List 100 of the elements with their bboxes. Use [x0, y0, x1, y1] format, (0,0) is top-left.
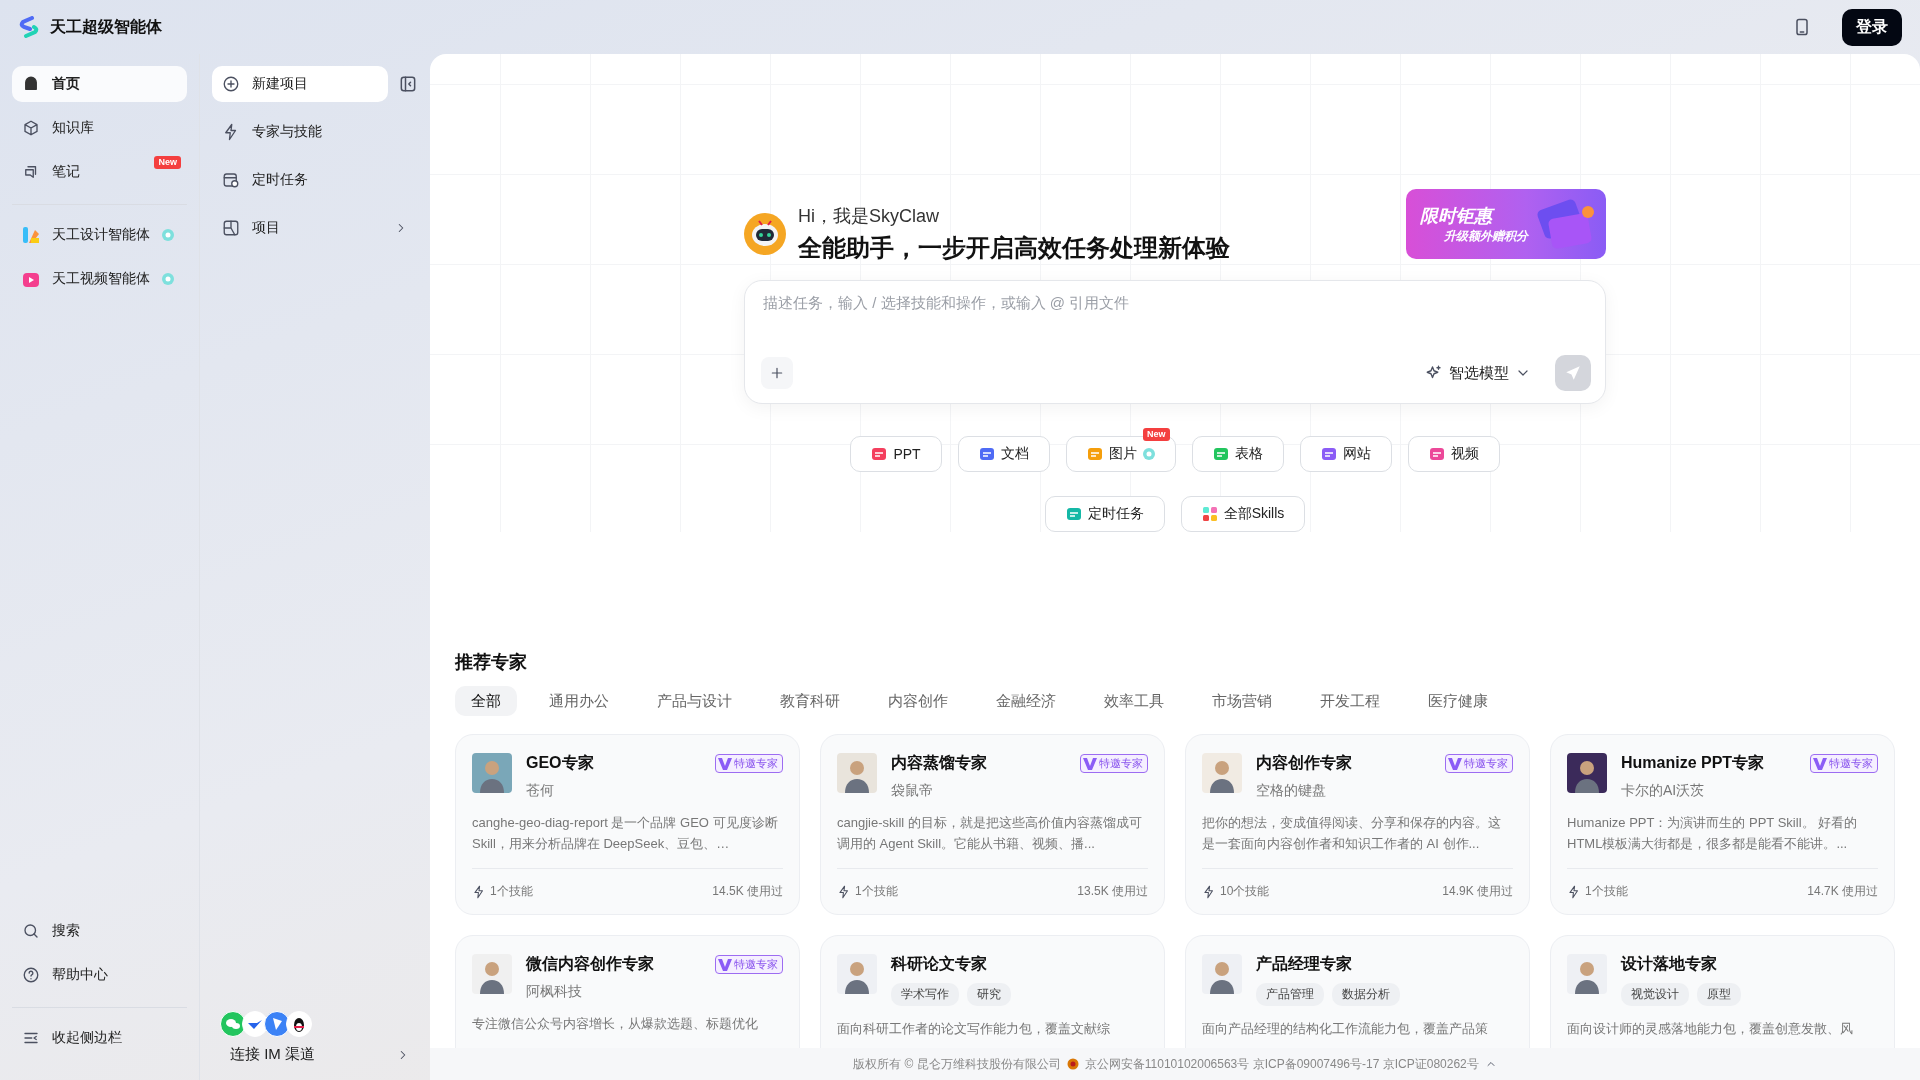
- panel-item[interactable]: 专家与技能: [212, 114, 418, 150]
- task-input-box[interactable]: 描述任务，输入 / 选择技能和操作，或输入 @ 引用文件 智选模型: [744, 280, 1606, 404]
- browser-icon: [1320, 446, 1337, 462]
- panel-item[interactable]: 定时任务: [212, 162, 418, 198]
- expert-description: 面向科研工作者的论文写作能力包，覆盖文献综: [837, 1020, 1111, 1038]
- chat-app-icon: [264, 1011, 290, 1037]
- avatar-icon: [1567, 753, 1607, 793]
- presentation-icon: [871, 446, 888, 462]
- expert-description: 专注微信公众号内容增长，从爆款选题、标题优化: [472, 1015, 759, 1033]
- logo-icon: [18, 16, 40, 38]
- expert-tag: 学术写作: [891, 983, 959, 1006]
- record-numbers: 京公网安备11010102006563号 京ICP备09007496号-17 京ICP证080262号: [1084, 1055, 1479, 1073]
- expert-tag: 产品管理: [1256, 983, 1324, 1006]
- expert-description: cangjie-skill 的目标，就是把这些高价值内容蒸馏成可调用的 Agent Skill。它能从书籍、视频、播...: [837, 814, 1143, 853]
- expert-name: 产品经理专家: [1256, 954, 1352, 974]
- category-tab[interactable]: 开发工程: [1304, 686, 1396, 716]
- category-tab[interactable]: 教育科研: [764, 686, 856, 716]
- quick-action-chip[interactable]: 全部Skills: [1180, 496, 1306, 532]
- nav-item[interactable]: 知识库: [12, 110, 187, 146]
- featured-badge: 特邀专家: [1080, 754, 1148, 773]
- category-tab[interactable]: 全部: [455, 686, 517, 716]
- expert-card[interactable]: 内容创作专家 特邀专家 空格的键盘 把你的想法，变成值得阅读、分享和保存的内容。这是一套面向内容创作者和知识工作者的 AI 创作... 10个技能 14.9K 使用过: [1185, 734, 1530, 915]
- quick-action-chip[interactable]: 图片: [1065, 436, 1176, 472]
- usage-count: 13.5K 使用过: [1077, 883, 1148, 900]
- calendar-clock-icon: [1065, 506, 1082, 522]
- category-tab[interactable]: 产品与设计: [641, 686, 748, 716]
- expert-author: 袋鼠帝: [891, 782, 934, 800]
- expert-name: Humanize PPT专家: [1621, 753, 1765, 773]
- quick-action-chip[interactable]: PPT: [850, 436, 942, 472]
- expert-card[interactable]: 微信内容创作专家 特邀专家 阿枫科技 专注微信公众号内容增长，从爆款选题、标题优化: [455, 935, 800, 1048]
- quick-action-chip[interactable]: 视频: [1407, 436, 1500, 472]
- police-badge-icon: [1066, 1058, 1079, 1070]
- calendar-clock-icon: [222, 171, 240, 189]
- table-icon: [1212, 446, 1229, 462]
- expert-card[interactable]: 科研论文专家 学术写作 研究 面向科研工作者的论文写作能力包，覆盖文献综: [820, 935, 1165, 1048]
- cube-icon: [22, 119, 40, 137]
- featured-badge: 特邀专家: [715, 955, 783, 974]
- expert-tag: 数据分析: [1332, 983, 1400, 1006]
- send-icon: [1564, 364, 1582, 382]
- chat-app-icon: [286, 1011, 312, 1037]
- collapse-sidebar-button[interactable]: 收起侧边栏: [12, 1020, 187, 1056]
- avatar-icon: [1202, 753, 1242, 793]
- image-icon: [1086, 446, 1103, 462]
- apps-icon: [1201, 506, 1218, 522]
- skill-count: 10个技能: [1220, 883, 1270, 900]
- collapse-panel-icon: [398, 74, 418, 94]
- im-channel-label: 连接 IM 渠道: [230, 1045, 315, 1064]
- expert-name: 内容蒸馏专家: [891, 753, 987, 773]
- expert-author: 苍何: [526, 782, 555, 800]
- quick-action-chip[interactable]: 文档: [957, 436, 1050, 472]
- category-tab[interactable]: 效率工具: [1088, 686, 1180, 716]
- home-icon: [22, 75, 40, 93]
- expert-name: 内容创作专家: [1256, 753, 1352, 773]
- expert-card[interactable]: 产品经理专家 产品管理 数据分析 面向产品经理的结构化工作流能力包，覆盖产品策: [1185, 935, 1530, 1048]
- category-tab[interactable]: 内容创作: [872, 686, 964, 716]
- expert-card[interactable]: GEO专家 特邀专家 苍何 canghe-geo-diag-report 是一个品牌 GEO 可见度诊断 Skill，用来分析品牌在 DeepSeek、豆包、… 1个技能 14.5K 使用过: [455, 734, 800, 915]
- login-button[interactable]: 登录: [1842, 8, 1902, 46]
- usage-count: 14.5K 使用过: [712, 883, 783, 900]
- copyright-text: 版权所有 © 昆仑万维科技股份有限公司: [853, 1055, 1061, 1073]
- nav-item[interactable]: 首页: [12, 66, 187, 102]
- new-project-button[interactable]: 新建项目: [212, 66, 388, 102]
- category-tab[interactable]: 金融经济: [980, 686, 1072, 716]
- v-mark-icon: [718, 757, 732, 770]
- category-tab[interactable]: 医疗健康: [1412, 686, 1504, 716]
- expert-author: 空格的键盘: [1256, 782, 1327, 800]
- featured-badge: 特邀专家: [1810, 754, 1878, 773]
- quick-action-chip[interactable]: 定时任务: [1044, 496, 1165, 532]
- category-tab[interactable]: 通用办公: [533, 686, 625, 716]
- bolt-icon: [1567, 884, 1581, 899]
- nav-item[interactable]: 笔记 New: [12, 154, 187, 190]
- nav-item[interactable]: 搜索: [12, 913, 187, 949]
- expert-author: 卡尔的AI沃茨: [1621, 782, 1706, 800]
- agent-item[interactable]: 天工视频智能体: [12, 261, 187, 297]
- bolt-icon: [1202, 884, 1216, 899]
- nav-item[interactable]: 帮助中心: [12, 957, 187, 993]
- v-mark-icon: [718, 958, 732, 971]
- folder-grid-icon: [222, 219, 240, 237]
- category-tab[interactable]: 市场营销: [1196, 686, 1288, 716]
- expert-description: canghe-geo-diag-report 是一个品牌 GEO 可见度诊断 Skill，用来分析品牌在 DeepSeek、豆包、…: [472, 814, 779, 853]
- promo-banner[interactable]: 限时钜惠 升级额外赠积分: [1406, 189, 1606, 259]
- avatar-icon: [1202, 954, 1242, 994]
- im-channel-link[interactable]: 连接 IM 渠道: [212, 1045, 418, 1064]
- panel-item[interactable]: 项目: [212, 210, 418, 246]
- expert-author: 阿枫科技: [526, 983, 583, 1001]
- skill-count: 1个技能: [490, 883, 533, 900]
- avatar-icon: [837, 753, 877, 793]
- quick-action-chip[interactable]: 表格: [1191, 436, 1284, 472]
- skill-count: 1个技能: [1585, 883, 1628, 900]
- expert-card[interactable]: Humanize PPT专家 特邀专家 卡尔的AI沃茨 Humanize PPT：为演讲而生的 PPT Skill。 好看的HTML模板满大街都是，很多都是能看不能讲。... 1个技能 14.7K 使用过: [1550, 734, 1895, 915]
- add-button[interactable]: [761, 357, 793, 389]
- model-selector[interactable]: 智选模型: [1419, 362, 1537, 384]
- v-mark-icon: [1083, 757, 1097, 770]
- bolt-icon: [472, 884, 486, 899]
- expert-description: 面向产品经理的结构化工作流能力包，覆盖产品策: [1202, 1020, 1489, 1038]
- expert-card[interactable]: 设计落地专家 视觉设计 原型 面向设计师的灵感落地能力包，覆盖创意发散、风: [1550, 935, 1895, 1048]
- agent-item[interactable]: 天工设计智能体: [12, 217, 187, 253]
- headline: 全能助手，一步开启高效任务处理新体验: [798, 233, 1230, 263]
- send-button[interactable]: [1555, 355, 1591, 391]
- expert-card[interactable]: 内容蒸馏专家 特邀专家 袋鼠帝 cangjie-skill 的目标，就是把这些高价值内容蒸馏成可调用的 Agent Skill。它能从书籍、视频、播... 1个技能 13.5K 使用过: [820, 734, 1165, 915]
- quick-action-chip[interactable]: 网站: [1299, 436, 1392, 472]
